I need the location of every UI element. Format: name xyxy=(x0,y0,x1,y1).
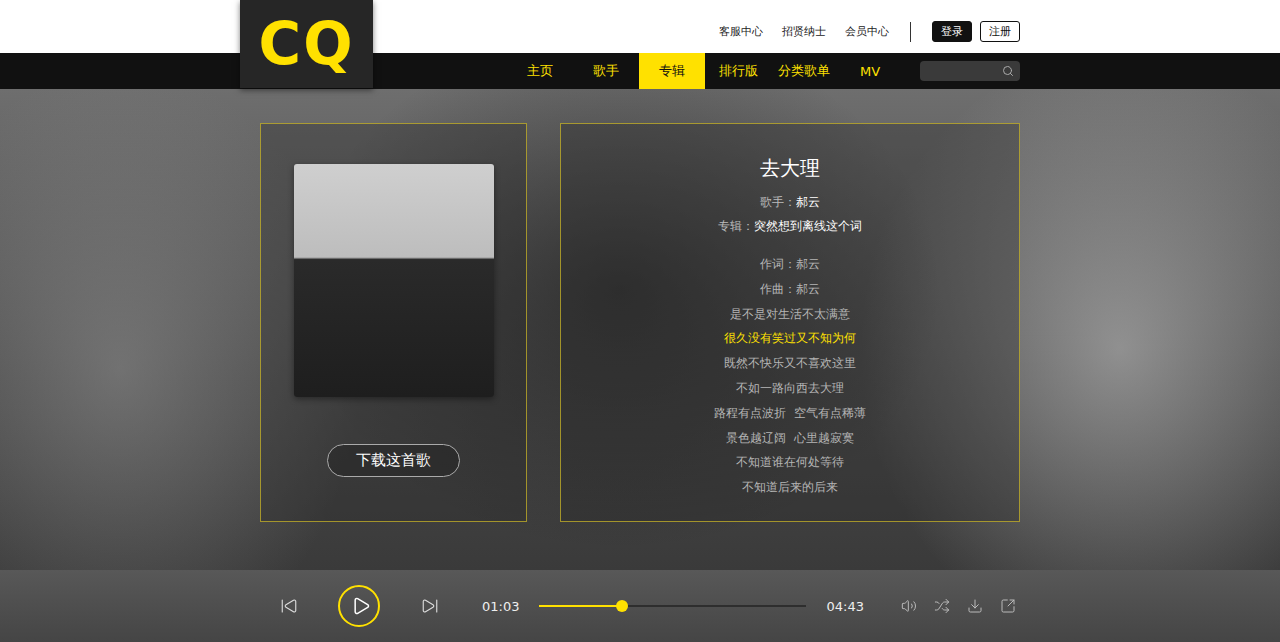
cover-panel: 下载这首歌 xyxy=(260,123,527,522)
song-meta: 专辑：突然想到离线这个词 xyxy=(718,214,862,238)
nav-item[interactable]: 歌手 xyxy=(573,53,639,89)
nav-item[interactable]: 专辑 xyxy=(639,53,705,89)
nav-item[interactable]: MV xyxy=(837,53,903,89)
elapsed-time: 01:03 xyxy=(482,599,519,614)
lyric-line: 既然不快乐又不喜欢这里 xyxy=(724,351,856,376)
download-button[interactable]: 下载这首歌 xyxy=(327,444,460,477)
share-button[interactable] xyxy=(1000,598,1016,614)
credit-line: 作词：郝云 xyxy=(760,252,820,277)
search-field[interactable] xyxy=(920,61,1020,81)
lyric-line: 不如一路向西去大理 xyxy=(736,376,844,401)
top-link[interactable]: 招贤纳士 xyxy=(782,24,826,39)
logo[interactable]: CQ xyxy=(240,0,373,88)
shuffle-button[interactable] xyxy=(934,598,950,614)
volume-button[interactable] xyxy=(901,598,917,614)
auth-button[interactable]: 登录 xyxy=(932,21,972,42)
duration-time: 04:43 xyxy=(826,599,863,614)
lyric-line: 路程有点波折 空气有点稀薄 xyxy=(714,401,866,426)
play-icon[interactable] xyxy=(351,596,371,616)
top-link[interactable]: 会员中心 xyxy=(845,24,889,39)
lyrics-panel: 去大理歌手：郝云专辑：突然想到离线这个词作词：郝云作曲：郝云是不是对生活不太满意… xyxy=(560,123,1020,522)
download-icon[interactable] xyxy=(967,598,983,614)
top-link[interactable]: 客服中心 xyxy=(719,24,763,39)
next-button[interactable] xyxy=(421,597,439,615)
nav-item[interactable]: 分类歌单 xyxy=(771,53,837,89)
song-title: 去大理 xyxy=(760,154,820,182)
progress-knob[interactable] xyxy=(616,600,628,612)
progress-fill xyxy=(539,605,622,607)
save-button[interactable] xyxy=(967,598,983,614)
player-bar: 01:03 04:43 xyxy=(0,570,1280,642)
search-icon[interactable] xyxy=(1002,65,1014,77)
share-icon[interactable] xyxy=(1000,598,1016,614)
volume-icon[interactable] xyxy=(901,598,917,614)
lyric-line: 不知道谁在何处等待 xyxy=(736,450,844,475)
lyric-line: 景色越辽阔 心里越寂寞 xyxy=(726,426,854,451)
music-page: CQ 客服中心 招贤纳士 会员中心 登录注册主页歌手专辑排行版分类歌单MV 下载这首歌 去大… xyxy=(0,0,1280,642)
main-area: 下载这首歌去大理歌手：郝云专辑：突然想到离线这个词作词：郝云作曲：郝云是不是对生… xyxy=(0,89,1280,570)
top-bar: CQ客服中心招贤纳士会员中心登录注册 xyxy=(0,0,1280,53)
nav-item[interactable]: 排行版 xyxy=(705,53,771,89)
skip-forward-icon[interactable] xyxy=(421,597,439,615)
divider xyxy=(910,22,911,42)
progress-track[interactable] xyxy=(539,605,806,607)
credit-line: 作曲：郝云 xyxy=(760,277,820,302)
prev-button[interactable] xyxy=(280,597,298,615)
nav-item[interactable]: 主页 xyxy=(507,53,573,89)
lyrics: 作词：郝云作曲：郝云是不是对生活不太满意很久没有笑过又不知为何既然不快乐又不喜欢… xyxy=(714,252,866,500)
lyric-line: 是不是对生活不太满意 xyxy=(730,302,850,327)
play-button[interactable] xyxy=(338,585,380,627)
singer-photo xyxy=(294,164,494,397)
skip-back-icon[interactable] xyxy=(280,597,298,615)
search-input[interactable] xyxy=(926,64,998,78)
nav-bar: 主页歌手专辑排行版分类歌单MV xyxy=(0,53,1280,89)
song-meta: 歌手：郝云 xyxy=(760,190,820,214)
shuffle-icon[interactable] xyxy=(934,598,950,614)
lyric-line: 不知道后来的后来 xyxy=(742,475,838,500)
auth-button[interactable]: 注册 xyxy=(980,21,1020,42)
lyric-line: 很久没有笑过又不知为何 xyxy=(724,326,856,351)
